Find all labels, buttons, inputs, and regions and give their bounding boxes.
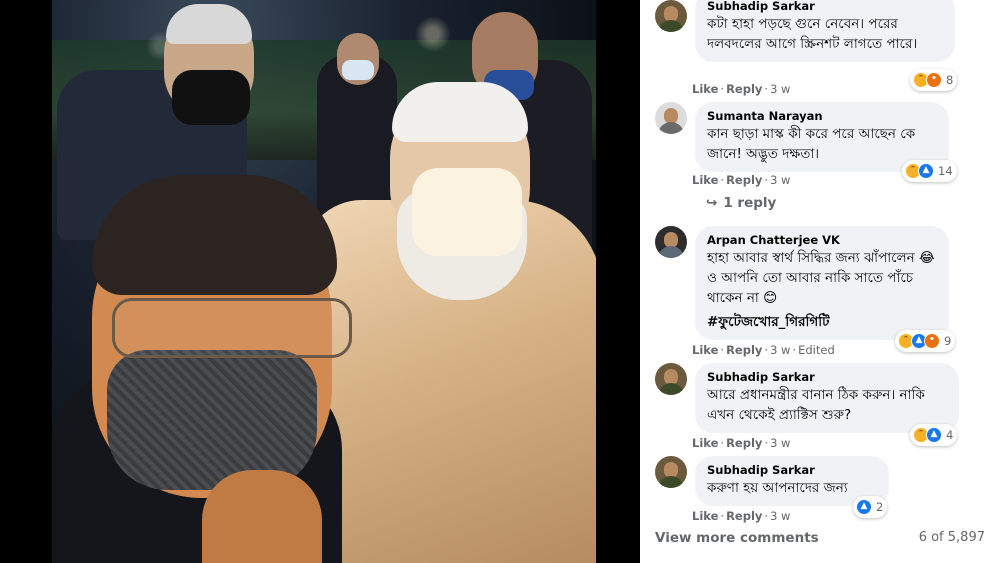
comment-text: আরে প্রধানমন্ত্রীর বানান ঠিক করুন। নাকি … <box>707 387 925 423</box>
reaction-count: 8 <box>946 73 954 87</box>
view-more-comments-link[interactable]: View more comments <box>655 530 819 546</box>
reaction-summary[interactable]: ᵔ • 8 <box>910 69 958 91</box>
like-link[interactable]: Like <box>692 509 718 523</box>
comment-actions: Like · Reply · 3 w <box>692 436 791 450</box>
reply-link[interactable]: Reply <box>726 173 762 187</box>
angry-icon: • <box>926 72 942 88</box>
timestamp[interactable]: 3 w <box>770 343 790 357</box>
commenter-name[interactable]: Subhadip Sarkar <box>707 463 877 478</box>
reply-link[interactable]: Reply <box>726 509 762 523</box>
comment-text: করুণা হয় আপনাদের জন্য <box>707 480 848 496</box>
timestamp[interactable]: 3 w <box>770 509 790 523</box>
reaction-summary[interactable]: ᵔ ▲ • 9 <box>895 330 956 352</box>
reply-arrow-icon: ↪ <box>706 195 718 211</box>
reaction-summary[interactable]: ᵔ ▲ 14 <box>902 160 957 182</box>
comment-actions: Like · Reply · 3 w <box>692 173 791 187</box>
timestamp[interactable]: 3 w <box>770 436 790 450</box>
like-link[interactable]: Like <box>692 82 718 96</box>
comment-count: 6 of 5,897 <box>918 530 985 545</box>
comment-actions: Like · Reply · 3 w · Edited <box>692 343 835 357</box>
replies-count: 1 reply <box>723 195 777 211</box>
selfie-photo <box>52 0 596 563</box>
avatar[interactable] <box>655 226 687 258</box>
avatar[interactable] <box>655 0 687 32</box>
reply-link[interactable]: Reply <box>726 82 762 96</box>
like-link[interactable]: Like <box>692 436 718 450</box>
timestamp[interactable]: 3 w <box>770 173 790 187</box>
comments-panel: Subhadip Sarkar কটা হাহা পড়ছে গুনে নেবে… <box>640 0 1000 563</box>
comment-text: হাহা আবার স্বার্থ সিদ্ধির জন্য ঝাঁপালেন … <box>707 250 935 306</box>
avatar[interactable] <box>655 102 687 134</box>
comment-actions: Like · Reply · 3 w <box>692 509 791 523</box>
commenter-name[interactable]: Subhadip Sarkar <box>707 370 947 385</box>
comment-bubble: Arpan Chatterjee VK হাহা আবার স্বার্থ সি… <box>695 226 949 340</box>
like-link[interactable]: Like <box>692 343 718 357</box>
like-link[interactable]: Like <box>692 173 718 187</box>
edited-label: Edited <box>798 343 835 357</box>
comment-actions: Like · Reply · 3 w <box>692 82 791 96</box>
reaction-count: 14 <box>938 164 953 178</box>
reply-link[interactable]: Reply <box>726 343 762 357</box>
reaction-count: 2 <box>876 500 884 514</box>
like-icon: ▲ <box>856 499 872 515</box>
comment-text: কটা হাহা পড়ছে গুনে নেবেন। পরের দলবদলের … <box>707 16 918 52</box>
reaction-summary[interactable]: ᵔ ▲ 4 <box>910 424 958 446</box>
comment-bubble: Subhadip Sarkar আরে প্রধানমন্ত্রীর বানান… <box>695 363 959 433</box>
reaction-summary[interactable]: ▲ 2 <box>853 496 888 518</box>
reply-link[interactable]: Reply <box>726 436 762 450</box>
left-margin <box>0 0 52 563</box>
avatar[interactable] <box>655 363 687 395</box>
comment-text: কান ছাড়া মাস্ক কী করে পরে আছেন কে জানে!… <box>707 126 916 162</box>
view-replies-link[interactable]: ↪ 1 reply <box>706 195 776 211</box>
comment-bubble: Subhadip Sarkar কটা হাহা পড়ছে গুনে নেবে… <box>695 0 955 62</box>
comments-footer: View more comments 6 of 5,897 <box>655 530 985 546</box>
hashtag-link[interactable]: #ফুটেজখোর_গিরগিটি <box>707 312 937 332</box>
like-icon: ▲ <box>926 427 942 443</box>
reaction-count: 4 <box>946 428 954 442</box>
commenter-name[interactable]: Subhadip Sarkar <box>707 0 943 14</box>
commenter-name[interactable]: Arpan Chatterjee VK <box>707 233 937 248</box>
middle-margin <box>596 0 640 563</box>
timestamp[interactable]: 3 w <box>770 82 790 96</box>
avatar[interactable] <box>655 456 687 488</box>
commenter-name[interactable]: Sumanta Narayan <box>707 109 937 124</box>
reaction-count: 9 <box>944 334 952 348</box>
like-icon: ▲ <box>918 163 934 179</box>
angry-icon: • <box>924 333 940 349</box>
